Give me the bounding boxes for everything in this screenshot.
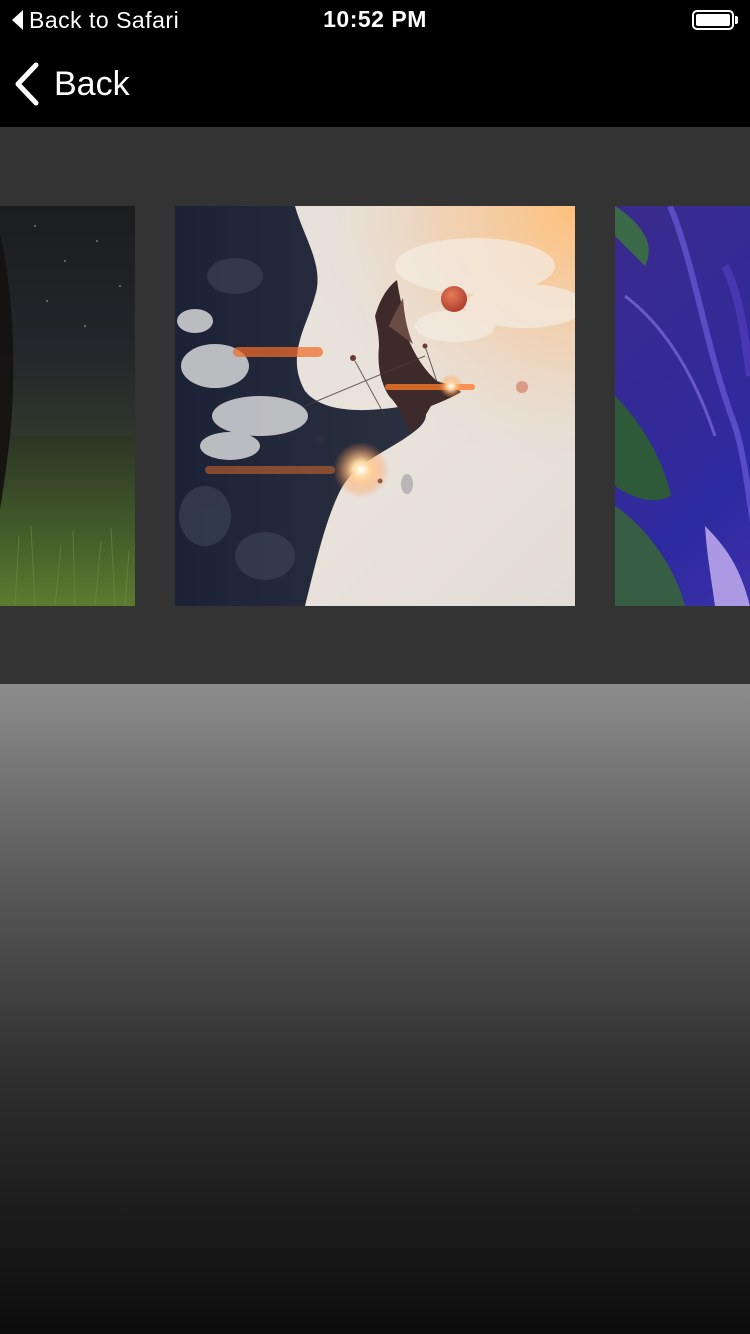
screen: Back to Safari 10:52 PM Back	[0, 0, 750, 1334]
back-button[interactable]: Back	[14, 60, 130, 108]
back-label: Back	[54, 64, 130, 103]
eagle-sky-artwork-image[interactable]	[175, 206, 575, 606]
status-time: 10:52 PM	[323, 6, 427, 32]
chevron-left-icon	[15, 62, 39, 106]
status-bar: Back to Safari 10:52 PM	[0, 0, 750, 40]
navigation-bar: Back	[0, 40, 750, 128]
purple-abstract-image[interactable]	[615, 206, 750, 606]
image-carousel[interactable]	[0, 128, 750, 684]
gradient-background	[0, 684, 750, 1334]
night-field-image[interactable]	[0, 206, 135, 606]
battery-full-icon	[692, 10, 738, 30]
